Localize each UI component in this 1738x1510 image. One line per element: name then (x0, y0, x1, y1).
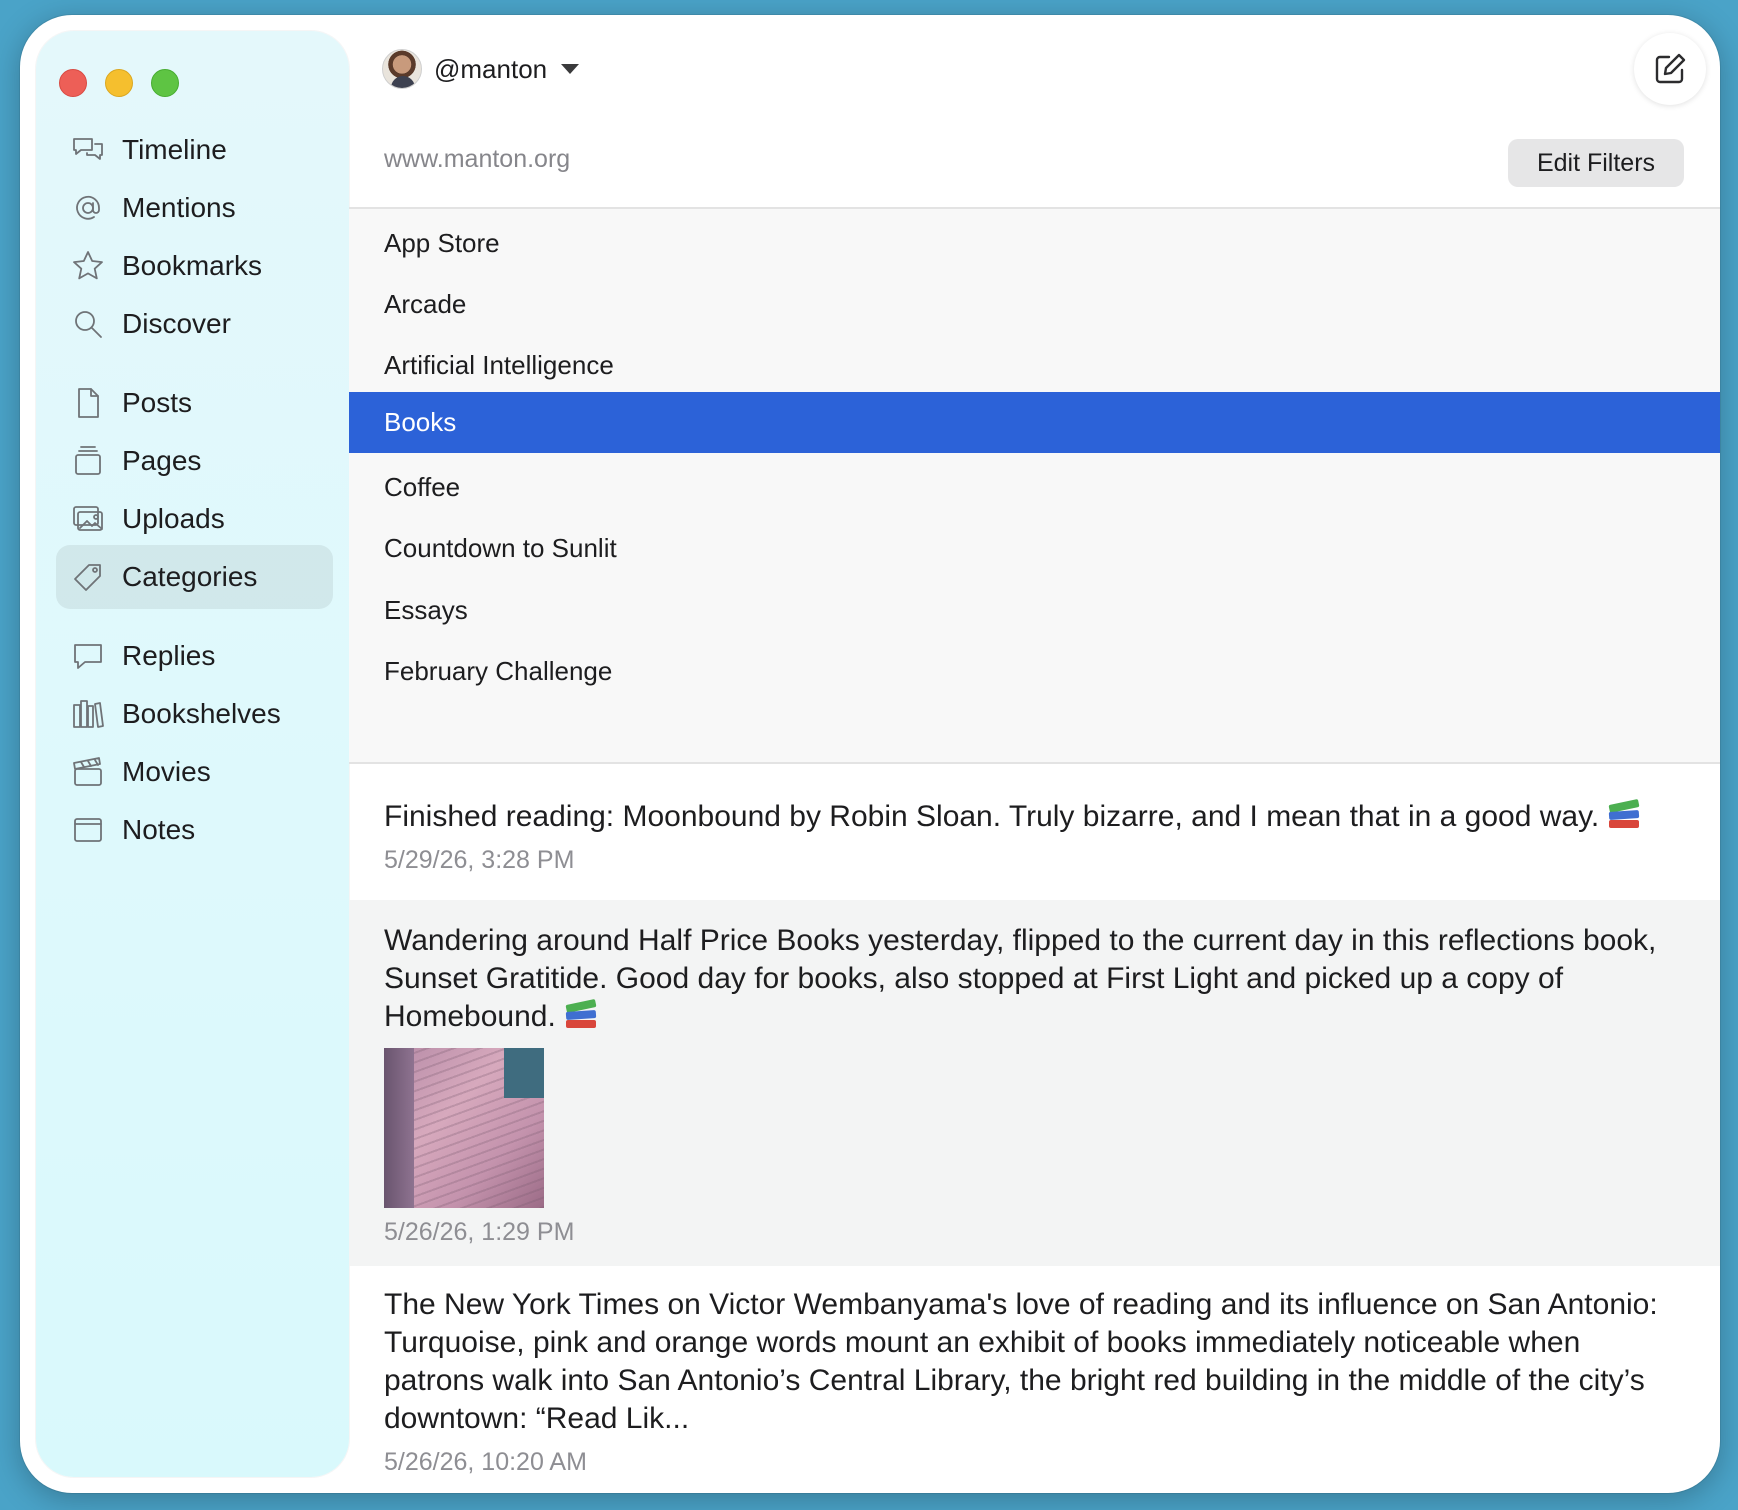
sidebar-item-movies[interactable]: Movies (56, 740, 333, 804)
sidebar-item-label: Pages (122, 445, 202, 476)
sidebar-item-label: Discover (122, 308, 231, 339)
sidebar-item-uploads[interactable]: Uploads (56, 487, 333, 551)
sidebar-item-categories[interactable]: Categories (56, 545, 333, 609)
chevron-down-icon (561, 64, 580, 74)
post-item[interactable]: Wandering around Half Price Books yester… (349, 900, 1720, 1266)
category-row-artificial-intelligence[interactable]: Artificial Intelligence (349, 331, 1720, 399)
photos-icon (70, 501, 106, 537)
sidebar-item-notes[interactable]: Notes (56, 798, 333, 862)
magnifying-glass-icon (70, 306, 106, 342)
sidebar-item-mentions[interactable]: Mentions (56, 176, 333, 240)
account-name: @manton (434, 53, 548, 84)
tag-icon (70, 559, 106, 595)
post-date: 5/26/26, 10:20 AM (384, 1448, 587, 1476)
sidebar-item-pages[interactable]: Pages (56, 429, 333, 493)
compose-icon (1655, 53, 1686, 84)
compose-button[interactable] (1634, 33, 1706, 105)
books-emoji-icon (1607, 798, 1641, 830)
speech-bubble-icon (70, 638, 106, 674)
category-list: App Store Arcade Artificial Intelligence… (349, 207, 1720, 764)
category-row-arcade[interactable]: Arcade (349, 270, 1720, 338)
avatar (382, 49, 422, 89)
star-icon (70, 248, 106, 284)
sidebar-item-timeline[interactable]: Timeline (56, 118, 333, 182)
sidebar-item-label: Notes (122, 814, 196, 845)
books-icon (70, 696, 106, 732)
sidebar-item-label: Bookshelves (122, 698, 281, 729)
post-text: Finished reading: Moonbound by Robin Slo… (384, 798, 1680, 836)
sidebar-item-label: Movies (122, 756, 211, 787)
category-row-essays[interactable]: Essays (349, 576, 1720, 644)
post-item[interactable]: Finished reading: Moonbound by Robin Slo… (349, 780, 1720, 900)
account-switcher[interactable]: @manton (382, 47, 580, 91)
site-url: www.manton.org (384, 145, 571, 173)
edit-filters-button[interactable]: Edit Filters (1508, 139, 1684, 187)
sidebar-item-label: Bookmarks (122, 250, 263, 281)
sidebar-item-label: Uploads (122, 503, 225, 534)
category-row-app-store[interactable]: App Store (349, 209, 1720, 277)
sidebar-item-label: Categories (122, 561, 258, 592)
at-sign-icon (70, 190, 106, 226)
app-window: Timeline Mentions Bookmarks Discover Pos… (20, 15, 1720, 1493)
sidebar-item-posts[interactable]: Posts (56, 371, 333, 435)
sidebar-item-label: Mentions (122, 192, 236, 223)
sidebar-item-label: Posts (122, 387, 193, 418)
stacked-pages-icon (70, 443, 106, 479)
sidebar-item-label: Replies (122, 640, 216, 671)
minimize-window-button[interactable] (105, 69, 133, 97)
post-date: 5/29/26, 3:28 PM (384, 846, 575, 874)
sidebar-item-bookshelves[interactable]: Bookshelves (56, 682, 333, 746)
document-icon (70, 385, 106, 421)
category-row-books[interactable]: Books (349, 392, 1720, 453)
category-row-countdown-to-sunlit[interactable]: Countdown to Sunlit (349, 514, 1720, 582)
sidebar: Timeline Mentions Bookmarks Discover Pos… (36, 31, 349, 1477)
sidebar-item-label: Timeline (122, 134, 227, 165)
clapperboard-icon (70, 754, 106, 790)
post-date: 5/26/26, 1:29 PM (384, 1218, 575, 1246)
post-text: The New York Times on Victor Wembanyama'… (384, 1288, 1658, 1435)
post-item[interactable]: The New York Times on Victor Wembanyama'… (349, 1266, 1720, 1493)
post-text: Wandering around Half Price Books yester… (384, 924, 1657, 1033)
chat-bubbles-icon (70, 132, 106, 168)
sidebar-item-replies[interactable]: Replies (56, 624, 333, 688)
sidebar-item-discover[interactable]: Discover (56, 292, 333, 356)
post-photo[interactable] (384, 1048, 544, 1208)
category-row-february-challenge[interactable]: February Challenge (349, 637, 1720, 705)
sidebar-item-bookmarks[interactable]: Bookmarks (56, 234, 333, 298)
zoom-window-button[interactable] (151, 69, 179, 97)
window-icon (70, 812, 106, 848)
category-row-coffee[interactable]: Coffee (349, 453, 1720, 521)
books-emoji-icon (564, 998, 598, 1030)
close-window-button[interactable] (59, 69, 87, 97)
